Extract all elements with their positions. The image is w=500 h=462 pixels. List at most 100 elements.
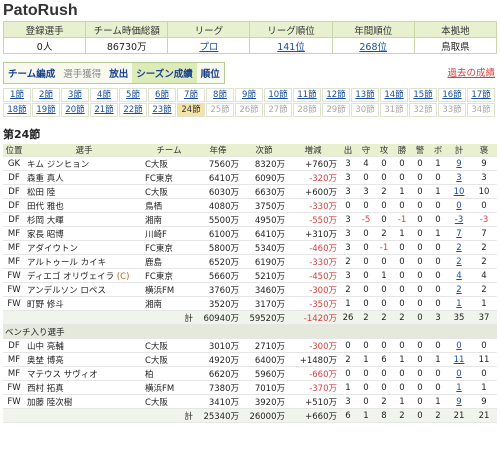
points-detail-link[interactable]: -3 xyxy=(455,215,463,225)
player-next-salary: 6190万 xyxy=(241,254,287,269)
stat-score: 10 xyxy=(471,184,497,199)
round-link[interactable]: 16節 xyxy=(438,88,466,102)
annual-rank-link[interactable]: 268位 xyxy=(359,42,387,53)
round-link[interactable]: 2節 xyxy=(32,88,60,102)
points-detail-link[interactable]: 2 xyxy=(456,243,461,253)
player-row: DF 杉岡 大暉 湘南 5500万 4950万 -550万 3 -5 0 -1 0 0 -3 -3 xyxy=(3,212,497,227)
player-name-cell: アルトゥール カイキ xyxy=(25,254,143,269)
player-next-salary: 3920万 xyxy=(241,394,287,409)
player-name-cell: 杉岡 大暉 xyxy=(25,212,143,227)
tab-team-formation[interactable]: チーム編成 xyxy=(4,63,59,83)
total-next-salary: 59520万 xyxy=(241,310,287,325)
points-detail-link[interactable]: 2 xyxy=(456,285,461,295)
player-name: アルトゥール カイキ xyxy=(27,257,107,268)
points-detail-link[interactable]: 7 xyxy=(456,229,461,239)
tab-season-results[interactable]: シーズン成績 xyxy=(132,63,197,83)
league-link[interactable]: プロ xyxy=(199,42,218,53)
stat-c3: 0 xyxy=(375,338,393,353)
round-link[interactable]: 21節 xyxy=(90,103,118,117)
round-link: 33節 xyxy=(438,103,466,117)
player-next-salary: 4950万 xyxy=(241,212,287,227)
points-detail-link[interactable]: 0 xyxy=(456,369,461,379)
total-c4: 2 xyxy=(393,310,411,325)
stat-c3: 2 xyxy=(375,226,393,241)
total-c7: 35 xyxy=(447,310,471,325)
player-next-salary: 5340万 xyxy=(241,240,287,255)
points-detail-link[interactable]: 1 xyxy=(456,299,461,309)
team-menu: チーム編成 選手獲得 放出 シーズン成績 順位 過去の成績 xyxy=(3,62,497,84)
points-detail-link[interactable]: 0 xyxy=(456,341,461,351)
round-link[interactable]: 11節 xyxy=(293,88,321,102)
stat-c4: 0 xyxy=(393,366,411,381)
player-name: 森重 真人 xyxy=(27,173,64,184)
player-next-salary: 6400万 xyxy=(241,352,287,367)
summary-header: チーム時価総額 xyxy=(85,21,169,38)
round-link[interactable]: 18節 xyxy=(3,103,31,117)
round-link[interactable]: 15節 xyxy=(409,88,437,102)
round-link[interactable]: 23節 xyxy=(148,103,176,117)
round-link[interactable]: 14節 xyxy=(380,88,408,102)
player-team: C大阪 xyxy=(143,184,195,199)
round-link[interactable]: 3節 xyxy=(61,88,89,102)
stat-c2: 0 xyxy=(357,380,375,395)
round-link[interactable]: 20節 xyxy=(61,103,89,117)
player-salary: 6620万 xyxy=(195,366,241,381)
round-link[interactable]: 9節 xyxy=(235,88,263,102)
player-salary: 5660万 xyxy=(195,268,241,283)
points-detail-link[interactable]: 0 xyxy=(456,201,461,211)
points-detail-link[interactable]: 9 xyxy=(456,159,461,169)
stat-c5: 0 xyxy=(411,170,429,185)
total-salary-diff: -1420万 xyxy=(287,310,339,325)
round-link[interactable]: 17節 xyxy=(467,88,495,102)
column-header: 計 xyxy=(447,144,471,157)
points-detail-link[interactable]: 9 xyxy=(456,397,461,407)
stat-c3: 0 xyxy=(375,296,393,311)
stat-total: 0 xyxy=(447,198,471,213)
tab-player-acquisition[interactable]: 選手獲得 xyxy=(59,63,105,83)
player-row: DF 松田 陸 C大阪 6030万 6630万 +600万 3 3 2 1 0 1 10 10 xyxy=(3,184,497,199)
round-link[interactable]: 7節 xyxy=(177,88,205,102)
points-detail-link[interactable]: 3 xyxy=(456,173,461,183)
round-link[interactable]: 13節 xyxy=(351,88,379,102)
round-link[interactable]: 19節 xyxy=(32,103,60,117)
round-link[interactable]: 12節 xyxy=(322,88,350,102)
total-c1: 6 xyxy=(339,408,357,423)
player-name-cell: アダイウトン xyxy=(25,240,143,255)
total-c2: 2 xyxy=(357,310,375,325)
player-team: 横浜FM xyxy=(143,380,195,395)
player-position: DF xyxy=(3,184,25,199)
league-rank-link[interactable]: 141位 xyxy=(277,42,305,53)
tab-standings[interactable]: 順位 xyxy=(197,63,224,83)
points-detail-link[interactable]: 2 xyxy=(456,257,461,267)
stat-c5: 0 xyxy=(411,240,429,255)
total-c3: 2 xyxy=(375,310,393,325)
round-link[interactable]: 6節 xyxy=(148,88,176,102)
round-link[interactable]: 5節 xyxy=(119,88,147,102)
points-detail-link[interactable]: 1 xyxy=(456,383,461,393)
summary-header: リーグ xyxy=(167,21,251,38)
stat-c2: 0 xyxy=(357,240,375,255)
player-name: キム ジンヒョン xyxy=(27,159,90,170)
player-salary: 3410万 xyxy=(195,394,241,409)
past-results-link[interactable]: 過去の成績 xyxy=(447,65,495,79)
stat-total: 10 xyxy=(447,184,471,199)
player-position: MF xyxy=(3,226,25,241)
stat-total: 11 xyxy=(447,352,471,367)
player-next-salary: 6410万 xyxy=(241,226,287,241)
round-link[interactable]: 8節 xyxy=(206,88,234,102)
total-c7: 21 xyxy=(447,408,471,423)
player-position: FW xyxy=(3,268,25,283)
round-link: 32節 xyxy=(409,103,437,117)
round-link[interactable]: 10節 xyxy=(264,88,292,102)
points-detail-link[interactable]: 11 xyxy=(454,355,465,365)
player-row: MF アダイウトン FC東京 5800万 5340万 -460万 3 0 -1 0 0 0 2 2 xyxy=(3,240,497,255)
points-detail-link[interactable]: 10 xyxy=(454,187,465,197)
player-salary: 5500万 xyxy=(195,212,241,227)
total-c8: 21 xyxy=(471,408,497,423)
tab-release[interactable]: 放出 xyxy=(105,63,132,83)
points-detail-link[interactable]: 4 xyxy=(456,271,461,281)
round-link[interactable]: 1節 xyxy=(3,88,31,102)
section-title: 第24節 xyxy=(3,128,41,141)
round-link[interactable]: 22節 xyxy=(119,103,147,117)
round-link[interactable]: 4節 xyxy=(90,88,118,102)
